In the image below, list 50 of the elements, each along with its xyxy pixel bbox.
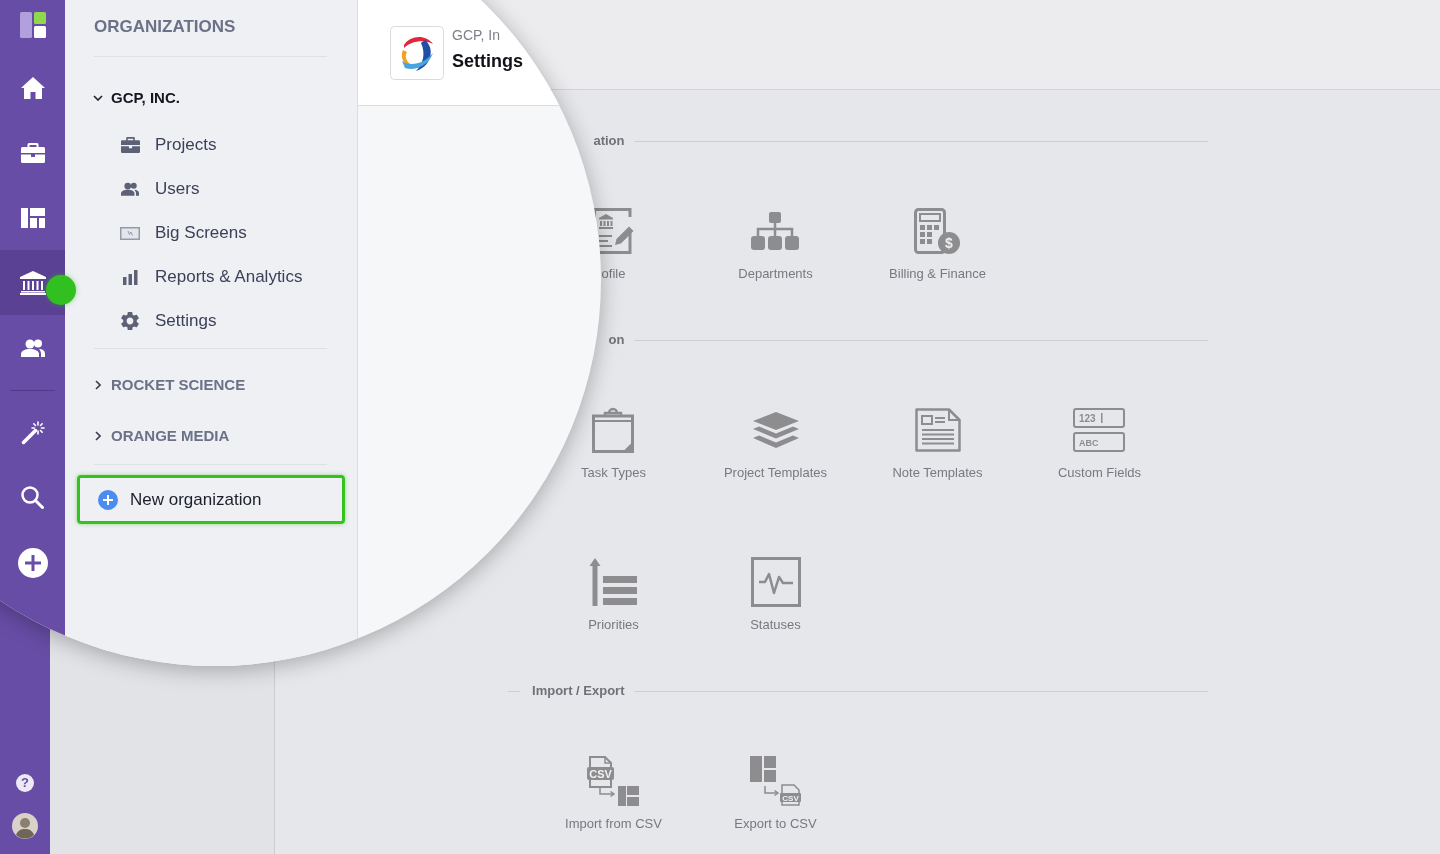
people-icon xyxy=(20,338,45,357)
settings-link[interactable]: Statuses xyxy=(750,556,801,633)
settings-icon xyxy=(121,312,139,330)
briefcase-icon xyxy=(20,142,45,163)
screen-icon xyxy=(120,226,140,240)
briefcase-icon xyxy=(120,137,140,153)
search-icon xyxy=(21,486,44,509)
panel-title: ORGANIZATIONS xyxy=(94,16,327,57)
settings-link[interactable]: Priorities xyxy=(588,556,639,633)
organization-item[interactable]: GCP, INC. xyxy=(93,72,180,123)
plus-circle-icon xyxy=(98,489,118,510)
bank-icon xyxy=(19,270,46,295)
help-button[interactable]: ? xyxy=(16,774,34,792)
bar-chart-icon xyxy=(122,269,138,285)
priority-list-icon xyxy=(589,558,638,606)
section-heading: Import / Export xyxy=(532,683,625,699)
layers-icon xyxy=(752,412,799,448)
people-icon xyxy=(121,182,139,196)
dashboard-icon xyxy=(20,207,45,228)
clipboard-icon xyxy=(592,407,635,453)
organization-item[interactable]: ROCKET SCIENCE xyxy=(93,359,246,410)
settings-link[interactable]: Project Templates xyxy=(723,404,828,481)
home-icon xyxy=(20,76,45,99)
avatar-icon[interactable] xyxy=(12,813,38,839)
section-heading: on xyxy=(608,332,625,348)
plus-icon xyxy=(17,547,48,578)
settings-link[interactable]: 123 ABC Custom Fields xyxy=(1057,404,1142,481)
organization-item[interactable]: ORANGE MEDIA xyxy=(93,410,230,461)
pulse-icon xyxy=(750,557,801,607)
swirl-logo-icon xyxy=(390,25,444,80)
menu-item[interactable]: Projects xyxy=(120,123,217,167)
settings-link[interactable]: Departments xyxy=(738,205,813,282)
menu-item[interactable]: Big Screens xyxy=(120,211,247,255)
settings-link[interactable]: Note Templates xyxy=(892,404,983,481)
magic-wand-icon xyxy=(20,420,45,445)
menu-item[interactable]: Users xyxy=(120,167,200,211)
nav-button[interactable] xyxy=(0,250,76,315)
settings-link[interactable]: CSV Import from CSV xyxy=(565,755,662,832)
settings-link[interactable]: CSV Export to CSV xyxy=(734,755,817,832)
page-title: Settings xyxy=(452,50,523,72)
settings-link[interactable]: Task Types xyxy=(581,404,646,481)
organization-name: GCP, In xyxy=(452,27,500,44)
newspaper-icon xyxy=(914,408,961,452)
menu-item[interactable]: Reports & Analytics xyxy=(120,255,303,299)
new-organization-button[interactable]: New organization xyxy=(77,475,345,524)
settings-link[interactable]: $ Billing & Finance xyxy=(889,205,986,282)
section-heading: ation xyxy=(593,133,625,149)
tiles-logo-icon[interactable] xyxy=(19,12,46,38)
menu-item[interactable]: Settings xyxy=(120,299,217,343)
org-chart-icon xyxy=(751,212,800,250)
